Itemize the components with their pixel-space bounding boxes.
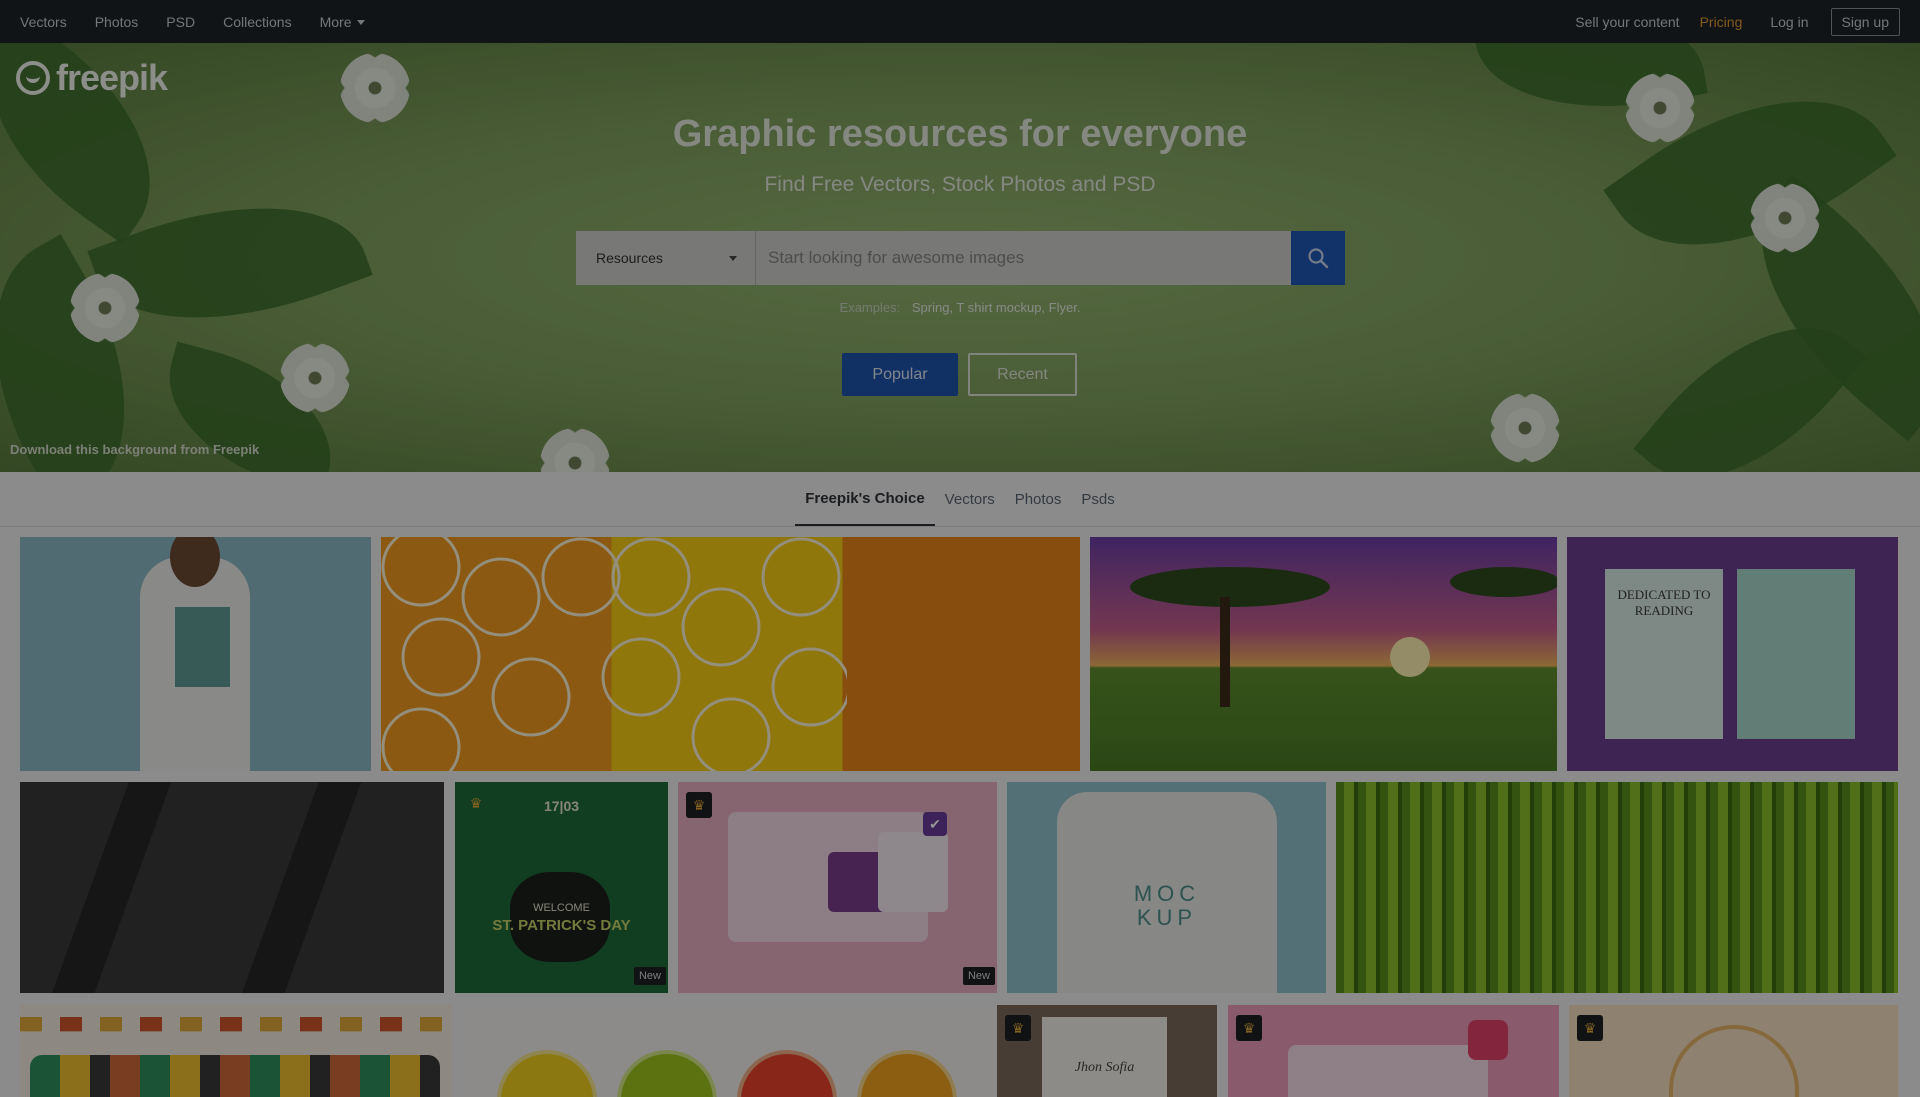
tab-freepiks-choice[interactable]: Freepik's Choice bbox=[795, 472, 935, 526]
thumbnail-golden-arch[interactable]: ♛ bbox=[1569, 1005, 1898, 1097]
popular-button[interactable]: Popular bbox=[842, 353, 958, 396]
nav-more[interactable]: More bbox=[320, 14, 366, 30]
hero-subtitle: Find Free Vectors, Stock Photos and PSD bbox=[764, 173, 1156, 196]
flyer-date: 17|03 bbox=[543, 798, 580, 814]
hero-title: Graphic resources for everyone bbox=[672, 113, 1248, 155]
tree bbox=[1450, 567, 1557, 597]
thumbnail-wedding-invitation[interactable]: ♛ Jhon Sofia bbox=[997, 1005, 1217, 1097]
sun bbox=[1390, 637, 1430, 677]
search-icon bbox=[1308, 248, 1329, 269]
background-credit-link[interactable]: Download this background from Freepik bbox=[10, 442, 259, 457]
citrus-pattern bbox=[381, 537, 847, 771]
thumbnail-ui-3d-illustration[interactable]: ♛ bbox=[1228, 1005, 1559, 1097]
thumbnail-st-patricks-flyer[interactable]: ♛ 17|03 WELCOME ST. PATRICK'S DAY New bbox=[455, 782, 668, 993]
nav-right: Sell your content Pricing Log in Sign up bbox=[1555, 7, 1900, 36]
examples-label: Examples: bbox=[839, 300, 901, 315]
tree-trunk bbox=[1220, 597, 1230, 707]
tire-track bbox=[46, 782, 174, 993]
flyer-welcome: WELCOME bbox=[533, 902, 590, 914]
thumbnail-tire-tracks[interactable] bbox=[20, 782, 444, 993]
arch-shape bbox=[1669, 1025, 1799, 1097]
tshirt-print bbox=[175, 607, 230, 687]
freepik-logo-icon bbox=[16, 61, 50, 95]
sort-buttons: Popular Recent bbox=[842, 353, 1077, 396]
signup-button[interactable]: Sign up bbox=[1830, 7, 1900, 36]
thumbnail-bamboo-texture[interactable] bbox=[1336, 782, 1898, 993]
thumbnail-savanna-landscape[interactable] bbox=[1090, 537, 1557, 771]
premium-crown-badge: ♛ bbox=[1236, 1015, 1262, 1041]
lime bbox=[617, 1050, 717, 1097]
thumbnail-tshirt-mockup[interactable]: MOC KUP bbox=[1007, 782, 1326, 993]
book-cover-right bbox=[1737, 569, 1855, 739]
invitation-card bbox=[1042, 1017, 1167, 1097]
search-input[interactable] bbox=[756, 231, 1291, 285]
recent-button[interactable]: Recent bbox=[968, 353, 1077, 396]
new-badge: New bbox=[633, 967, 666, 985]
nav-photos[interactable]: Photos bbox=[95, 14, 139, 30]
flower-decoration bbox=[280, 343, 350, 413]
category-select[interactable]: Resources bbox=[576, 231, 756, 285]
ui-chart-card bbox=[878, 832, 948, 912]
hero-banner: freepik Graphic resources for everyone F… bbox=[0, 43, 1920, 472]
thumbnail-party-people[interactable] bbox=[20, 1005, 452, 1097]
search-button[interactable] bbox=[1291, 231, 1345, 285]
chevron-down-icon bbox=[729, 256, 737, 261]
ui-accent bbox=[1468, 1020, 1508, 1060]
nav-vectors[interactable]: Vectors bbox=[20, 14, 67, 30]
category-select-value: Resources bbox=[596, 250, 663, 266]
new-badge: New bbox=[962, 967, 995, 985]
chevron-down-icon bbox=[357, 20, 366, 26]
people-row bbox=[30, 1055, 440, 1097]
nav-more-label: More bbox=[319, 13, 352, 30]
premium-crown-badge: ♛ bbox=[686, 792, 712, 818]
premium-crown-badge: ♛ bbox=[1005, 1015, 1031, 1041]
top-navigation: Vectors Photos PSD Collections More Sell… bbox=[0, 0, 1920, 43]
nav-collections[interactable]: Collections bbox=[223, 14, 291, 30]
thumbnail-tshirt-woman[interactable] bbox=[20, 537, 371, 771]
flower-decoration bbox=[540, 428, 610, 472]
orange bbox=[857, 1050, 957, 1097]
nav-left: Vectors Photos PSD Collections More bbox=[20, 14, 393, 30]
tab-photos[interactable]: Photos bbox=[1005, 472, 1072, 526]
ui-window bbox=[1288, 1045, 1488, 1097]
flower-decoration bbox=[1490, 393, 1560, 463]
nav-psd[interactable]: PSD bbox=[166, 14, 195, 30]
logo-text: freepik bbox=[56, 57, 168, 98]
category-tabs: Freepik's Choice Vectors Photos Psds bbox=[0, 472, 1920, 527]
pricing-link[interactable]: Pricing bbox=[1700, 14, 1743, 30]
premium-crown-badge: ♛ bbox=[1577, 1015, 1603, 1041]
flyer-title: ST. PATRICK'S DAY bbox=[492, 917, 631, 934]
lemon bbox=[497, 1050, 597, 1097]
login-link[interactable]: Log in bbox=[1770, 14, 1808, 30]
sell-content-link[interactable]: Sell your content bbox=[1575, 14, 1679, 30]
examples-links[interactable]: Spring, T shirt mockup, Flyer. bbox=[912, 300, 1081, 315]
tree bbox=[1130, 567, 1330, 607]
thumbnail-book-covers[interactable]: DEDICATED TO READING bbox=[1567, 537, 1898, 771]
thumbnail-citrus-slices[interactable] bbox=[381, 537, 1080, 771]
thumbnail-citrus-halves[interactable] bbox=[462, 1005, 996, 1097]
tab-vectors[interactable]: Vectors bbox=[935, 472, 1005, 526]
freepik-logo[interactable]: freepik bbox=[16, 57, 168, 99]
search-examples: Examples: Spring, T shirt mockup, Flyer. bbox=[0, 300, 1920, 315]
thumbnail-dashboard-illustration[interactable]: ♛ ✔ New bbox=[678, 782, 997, 993]
bunting bbox=[20, 1017, 452, 1032]
check-icon: ✔ bbox=[923, 812, 947, 836]
mockup-text: MOC KUP bbox=[1133, 881, 1201, 930]
tire-track bbox=[236, 782, 364, 993]
blood-orange bbox=[737, 1050, 837, 1097]
book-title: DEDICATED TO READING bbox=[1617, 587, 1711, 618]
search-bar: Resources bbox=[576, 231, 1345, 285]
invitation-names: Jhon Sofia bbox=[1074, 1060, 1135, 1075]
tab-psds[interactable]: Psds bbox=[1071, 472, 1124, 526]
